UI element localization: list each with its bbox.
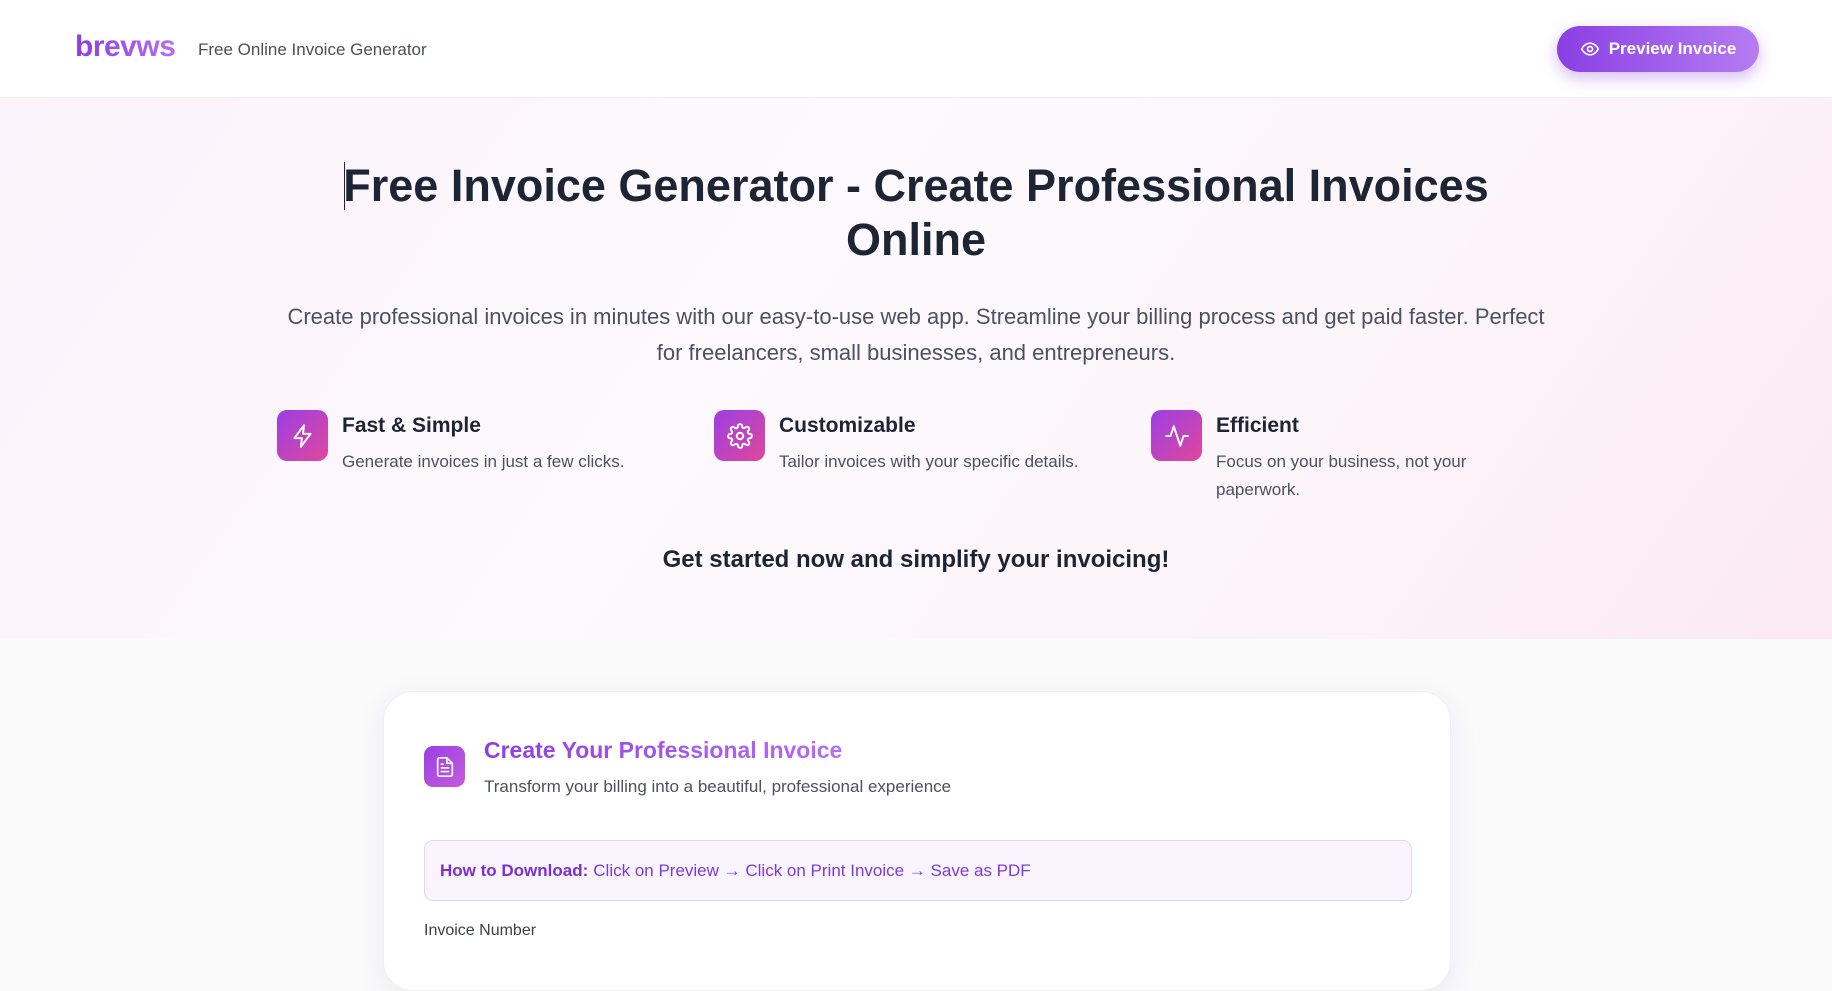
brand-tagline: Free Online Invoice Generator (198, 40, 427, 59)
download-instructions: How to Download: Click on Preview → Clic… (424, 840, 1412, 901)
gear-icon (714, 410, 765, 461)
eye-icon (1580, 42, 1599, 56)
preview-invoice-label: Preview Invoice (1608, 39, 1737, 58)
feature-title: Customizable (779, 414, 916, 437)
call-to-action: Get started now and simplify your invoic… (662, 546, 1170, 573)
card-title: Create Your Professional Invoice (484, 737, 843, 763)
top-navbar: brevws Free Online Invoice Generator Pre… (0, 0, 1832, 98)
lightning-icon (277, 410, 328, 461)
feature-efficient: Efficient Focus on your business, not yo… (1151, 410, 1551, 510)
feature-customizable: Customizable Tailor invoices with your s… (714, 410, 1114, 510)
invoice-form-card: Create Your Professional Invoice Transfo… (383, 691, 1451, 991)
feature-description: Tailor invoices with your specific detai… (779, 452, 1079, 471)
feature-fast-simple: Fast & Simple Generate invoices in just … (277, 410, 677, 510)
brand-logo[interactable]: brevws (75, 30, 176, 64)
feature-description: Generate invoices in just a few clicks. (342, 452, 625, 471)
card-subtitle: Transform your billing into a beautiful,… (484, 777, 952, 796)
feature-description: Focus on your business, not your paperwo… (1216, 452, 1467, 499)
activity-icon (1151, 410, 1202, 461)
preview-invoice-button[interactable]: Preview Invoice (1557, 26, 1759, 72)
document-icon (424, 746, 465, 787)
feature-title: Efficient (1216, 414, 1299, 437)
hero-subtitle: Create professional invoices in minutes … (287, 304, 1545, 365)
invoice-number-label: Invoice Number (424, 922, 537, 939)
hero-section: Free Invoice Generator - Create Professi… (0, 99, 1832, 639)
page-title: Free Invoice Generator - Create Professi… (343, 160, 1489, 265)
feature-title: Fast & Simple (342, 414, 481, 437)
notice-label: How to Download: (440, 860, 589, 880)
notice-text: Click on Preview → Click on Print Invoic… (593, 860, 1031, 880)
